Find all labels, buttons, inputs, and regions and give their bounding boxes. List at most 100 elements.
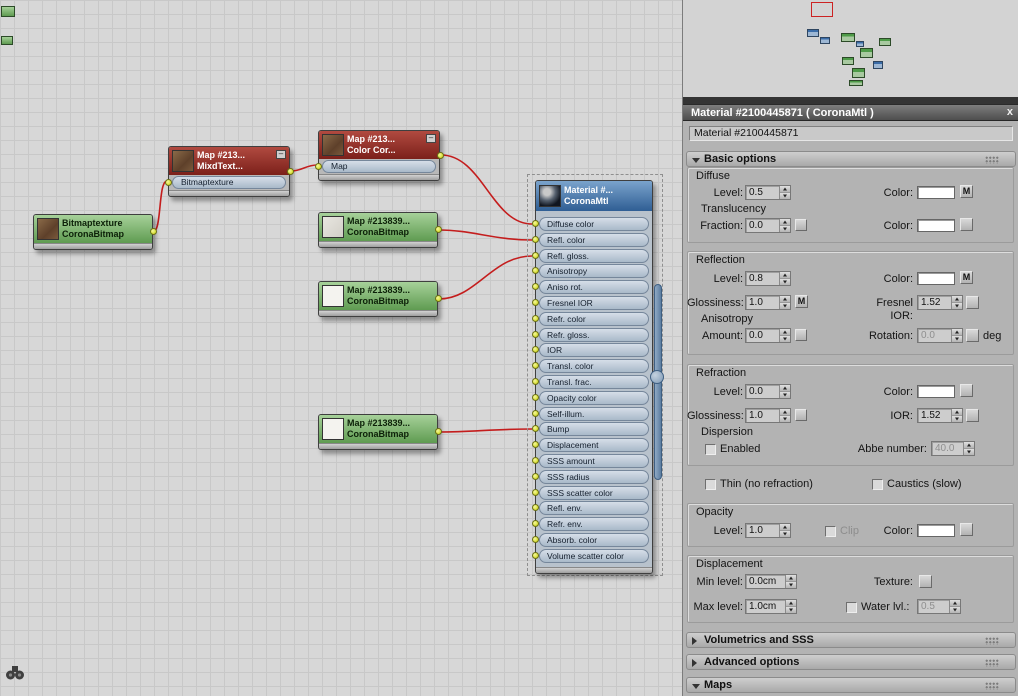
node-coronabitmap-3[interactable]: Map #213839... CoronaBitmap — [318, 281, 442, 317]
material-input-slot[interactable]: Bump — [532, 422, 649, 437]
reflection-level-spinner[interactable]: 0.8 — [745, 271, 791, 286]
spinner-up-icon[interactable] — [780, 272, 790, 279]
translucency-color-swatch[interactable] — [917, 219, 955, 232]
spinner-up-icon[interactable] — [780, 524, 790, 531]
input-socket-icon[interactable] — [532, 314, 539, 322]
output-socket-icon[interactable] — [150, 228, 157, 235]
spinner-down-icon[interactable] — [786, 582, 796, 588]
spinner-down-icon[interactable] — [952, 336, 962, 342]
material-input-slot[interactable]: Absorb. color — [532, 532, 649, 547]
navigator-panel[interactable] — [683, 0, 1018, 97]
spinner-up-icon[interactable] — [780, 296, 790, 303]
input-socket-icon[interactable] — [532, 520, 539, 528]
spinner-down-icon[interactable] — [780, 531, 790, 537]
input-socket-icon[interactable] — [532, 456, 539, 464]
refraction-level-spinner[interactable]: 0.0 — [745, 384, 791, 399]
input-slot[interactable]: Bitmaptexture — [165, 176, 286, 189]
input-socket-icon[interactable] — [532, 235, 539, 243]
texture-map-button[interactable] — [919, 575, 932, 588]
spinner-up-icon[interactable] — [952, 329, 962, 336]
output-socket-icon[interactable] — [437, 151, 444, 159]
translucency-color-map-button[interactable] — [960, 218, 973, 231]
reflection-color-swatch[interactable] — [917, 272, 955, 285]
spinner-down-icon[interactable] — [780, 303, 790, 309]
material-input-slot[interactable]: Opacity color — [532, 390, 649, 405]
material-input-slot[interactable]: Volume scatter color — [532, 548, 649, 563]
node-coronabitmap-4[interactable]: Map #213839... CoronaBitmap — [318, 414, 442, 450]
spinner-down-icon[interactable] — [780, 193, 790, 199]
spinner-up-icon[interactable] — [952, 296, 962, 303]
close-icon[interactable]: x — [1007, 106, 1013, 118]
opacity-color-map-button[interactable] — [960, 523, 973, 536]
spinner-up-icon[interactable] — [780, 385, 790, 392]
spinner-down-icon[interactable] — [964, 449, 974, 455]
output-socket-icon[interactable] — [435, 428, 442, 435]
refraction-color-map-button[interactable] — [960, 384, 973, 397]
opacity-color-swatch[interactable] — [917, 524, 955, 537]
minimized-node[interactable] — [1, 36, 13, 45]
clip-checkbox[interactable] — [825, 526, 836, 537]
spinner-up-icon[interactable] — [950, 600, 960, 607]
refraction-glossiness-spinner[interactable]: 1.0 — [745, 408, 791, 423]
spinner-down-icon[interactable] — [780, 416, 790, 422]
fraction-map-button[interactable] — [795, 219, 807, 231]
material-input-slot[interactable]: Refr. gloss. — [532, 327, 649, 342]
output-socket-icon[interactable] — [435, 295, 442, 302]
input-socket-icon[interactable] — [532, 251, 539, 259]
spinner-down-icon[interactable] — [952, 303, 962, 309]
amount-map-button[interactable] — [795, 329, 807, 341]
reflection-color-map-button[interactable]: M — [960, 271, 973, 284]
node-coronabitmap-2[interactable]: Map #213839... CoronaBitmap — [318, 212, 442, 248]
input-slot[interactable]: Map — [315, 160, 436, 173]
glossiness-map-button[interactable]: M — [795, 295, 808, 308]
spinner-down-icon[interactable] — [780, 392, 790, 398]
material-titlebar[interactable]: Material #2100445871 ( CoronaMtl ) x — [683, 104, 1018, 121]
spinner-down-icon[interactable] — [780, 226, 790, 232]
rollout-volumetrics[interactable]: Volumetrics and SSS — [686, 632, 1016, 648]
spinner-down-icon[interactable] — [952, 416, 962, 422]
spinner-down-icon[interactable] — [780, 336, 790, 342]
diffuse-level-spinner[interactable]: 0.5 — [745, 185, 791, 200]
thin-checkbox[interactable] — [705, 479, 716, 490]
material-input-slot[interactable]: Anisotropy — [532, 264, 649, 279]
spinner-down-icon[interactable] — [780, 279, 790, 285]
input-socket-icon[interactable] — [532, 346, 539, 354]
minimize-button[interactable]: – — [426, 134, 436, 143]
input-socket-icon[interactable] — [532, 409, 539, 417]
input-socket-icon[interactable] — [532, 330, 539, 338]
node-coronamtl[interactable]: Material #... CoronaMtl Diffuse color Ref… — [532, 180, 653, 574]
minimized-node[interactable] — [1, 6, 15, 17]
binoculars-icon[interactable] — [5, 664, 25, 681]
node-scrollbar-knob[interactable] — [650, 370, 664, 384]
node-header[interactable]: Map #213839... CoronaBitmap — [319, 213, 437, 241]
opacity-level-spinner[interactable]: 1.0 — [745, 523, 791, 538]
refraction-glossiness-map-button[interactable] — [795, 409, 807, 421]
material-input-slot[interactable]: Self-illum. — [532, 406, 649, 421]
rotation-spinner[interactable]: 0.0 — [917, 328, 963, 343]
input-socket-icon[interactable] — [532, 298, 539, 306]
material-input-slot[interactable]: Refl. env. — [532, 501, 649, 516]
spinner-up-icon[interactable] — [780, 409, 790, 416]
input-socket-icon[interactable] — [532, 504, 539, 512]
spinner-up-icon[interactable] — [786, 600, 796, 607]
material-input-slot[interactable]: Refr. env. — [532, 517, 649, 532]
node-header[interactable]: Material #... CoronaMtl — [536, 181, 652, 211]
input-socket-icon[interactable] — [532, 472, 539, 480]
input-socket-icon[interactable] — [165, 179, 172, 186]
input-socket-icon[interactable] — [532, 425, 539, 433]
spinner-up-icon[interactable] — [780, 219, 790, 226]
spinner-up-icon[interactable] — [780, 329, 790, 336]
input-socket-icon[interactable] — [532, 535, 539, 543]
node-header[interactable]: Bitmaptexture CoronaBitmap — [34, 215, 152, 243]
rollout-advanced-options[interactable]: Advanced options — [686, 654, 1016, 670]
spinner-up-icon[interactable] — [952, 409, 962, 416]
material-input-slot[interactable]: SSS radius — [532, 469, 649, 484]
diffuse-color-swatch[interactable] — [917, 186, 955, 199]
water-level-spinner[interactable]: 0.5 — [917, 599, 961, 614]
node-mixdtext[interactable]: Map #213... MixdText... – Bitmaptexture — [165, 146, 294, 197]
input-socket-icon[interactable] — [532, 267, 539, 275]
input-socket-icon[interactable] — [532, 393, 539, 401]
ior-map-button[interactable] — [966, 409, 979, 422]
min-level-spinner[interactable]: 0.0cm — [745, 574, 797, 589]
material-input-slot[interactable]: Transl. color — [532, 359, 649, 374]
